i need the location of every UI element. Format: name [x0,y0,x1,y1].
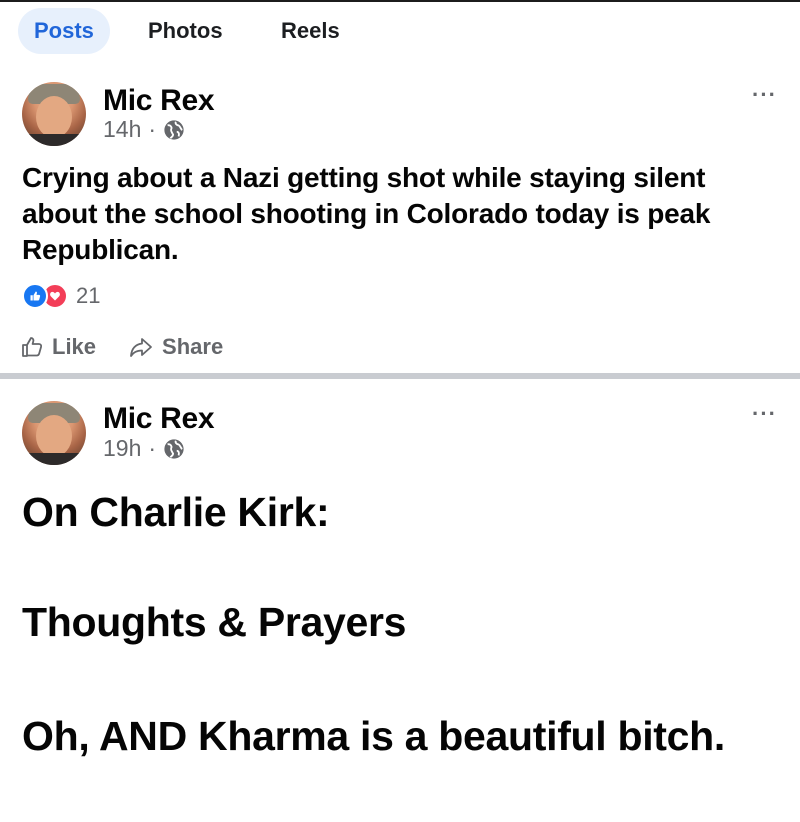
meta-separator: · [148,116,157,142]
avatar[interactable] [22,401,86,465]
post-text-line: Oh, AND Kharma is a beautiful bitch. [22,713,725,759]
top-edge-line [0,0,800,2]
reaction-count: 21 [76,283,101,308]
post-author[interactable]: Mic Rex [103,402,215,436]
share-button[interactable]: Share [128,334,223,360]
reactions-summary[interactable]: 21 [22,283,100,309]
avatar[interactable] [22,82,86,146]
tab-posts[interactable]: Posts [18,8,110,54]
globe-icon [164,119,184,140]
more-options-icon[interactable]: ··· [752,401,777,427]
post-text-line: On Charlie Kirk: [22,489,330,535]
tab-photos[interactable]: Photos [148,8,223,54]
more-options-icon[interactable]: ··· [752,82,777,108]
tab-reels[interactable]: Reels [281,8,340,54]
post-time[interactable]: 19h [103,435,141,462]
share-icon [130,338,152,357]
globe-icon [164,438,184,459]
post-divider [0,373,800,379]
post-actions: Like Share [20,334,255,360]
post-meta: 19h · [103,435,185,462]
meta-separator: · [148,435,157,461]
post-author[interactable]: Mic Rex [103,84,215,118]
thumbs-up-icon [22,337,43,357]
like-icon [22,283,48,309]
share-label: Share [162,334,224,359]
profile-tabs: Posts Photos Reels [0,8,800,54]
like-label: Like [52,334,97,359]
like-button[interactable]: Like [20,334,96,360]
post-meta: 14h · [103,116,185,143]
post-text-line: Thoughts & Prayers [22,599,407,645]
post-time[interactable]: 14h [103,116,141,143]
post-text: Crying about a Nazi getting shot while s… [22,162,711,265]
